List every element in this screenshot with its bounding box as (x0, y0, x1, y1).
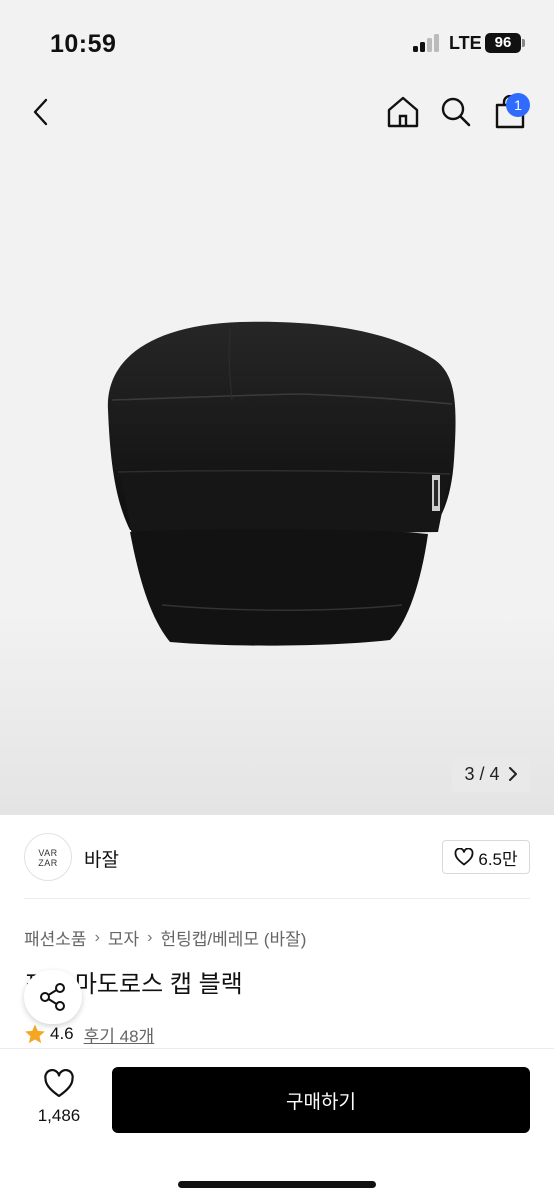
search-button[interactable] (436, 92, 476, 132)
review-link[interactable]: 후기 48개 (84, 1022, 155, 1047)
home-indicator (178, 1181, 376, 1188)
divider (24, 898, 530, 899)
chevron-right-icon (508, 767, 517, 781)
seller-logo-line1: VAR (38, 848, 58, 858)
search-icon (441, 97, 471, 127)
brand-like-count: 6.5만 (478, 849, 518, 869)
heart-icon (454, 848, 474, 866)
breadcrumb-item[interactable]: 헌팅캡/베레모 (바잘) (161, 925, 307, 950)
rating-row: 4.6 후기 48개 (24, 1022, 154, 1046)
wish-button[interactable]: 1,486 (24, 1069, 94, 1139)
home-button[interactable] (383, 92, 423, 132)
breadcrumb-item[interactable]: 패션소품 (24, 925, 87, 950)
seller-logo[interactable]: VAR ZAR (24, 833, 72, 881)
bottom-action-bar: 1,486 구매하기 (0, 1048, 554, 1200)
gallery-pager-label: 3 / 4 (464, 763, 500, 784)
status-bar: 10:59 LTE 96 (0, 0, 554, 80)
network-type: LTE (449, 33, 482, 53)
rating-value: 4.6 (50, 1024, 74, 1043)
battery-tip (522, 39, 525, 47)
breadcrumb: 패션소품 › 모자 › 헌팅캡/베레모 (바잘) (24, 925, 306, 950)
share-icon (40, 983, 65, 1011)
back-button[interactable] (22, 92, 62, 132)
product-image[interactable] (90, 300, 464, 660)
chevron-right-icon: › (94, 928, 100, 946)
home-icon (387, 96, 419, 128)
battery-icon: 96 (485, 33, 521, 53)
top-nav (0, 84, 554, 140)
breadcrumb-item[interactable]: 모자 (108, 925, 139, 950)
buy-button[interactable]: 구매하기 (112, 1067, 530, 1133)
signal-icon (413, 34, 441, 52)
back-arrow-icon (33, 98, 48, 126)
star-icon (25, 1024, 45, 1044)
seller-name[interactable]: 바잘 (84, 845, 119, 872)
cart-count-badge[interactable]: 1 (506, 93, 530, 117)
seller-logo-line2: ZAR (38, 858, 58, 868)
share-button[interactable] (24, 970, 82, 1024)
status-time: 10:59 (50, 30, 117, 58)
seller-row: VAR ZAR 바잘 6.5만 (0, 820, 554, 896)
heart-icon (44, 1069, 74, 1098)
brand-like-button[interactable]: 6.5만 (442, 840, 530, 874)
gallery-pager[interactable]: 3 / 4 (452, 756, 530, 792)
chevron-right-icon: › (147, 928, 153, 946)
wish-count: 1,486 (37, 1106, 81, 1125)
